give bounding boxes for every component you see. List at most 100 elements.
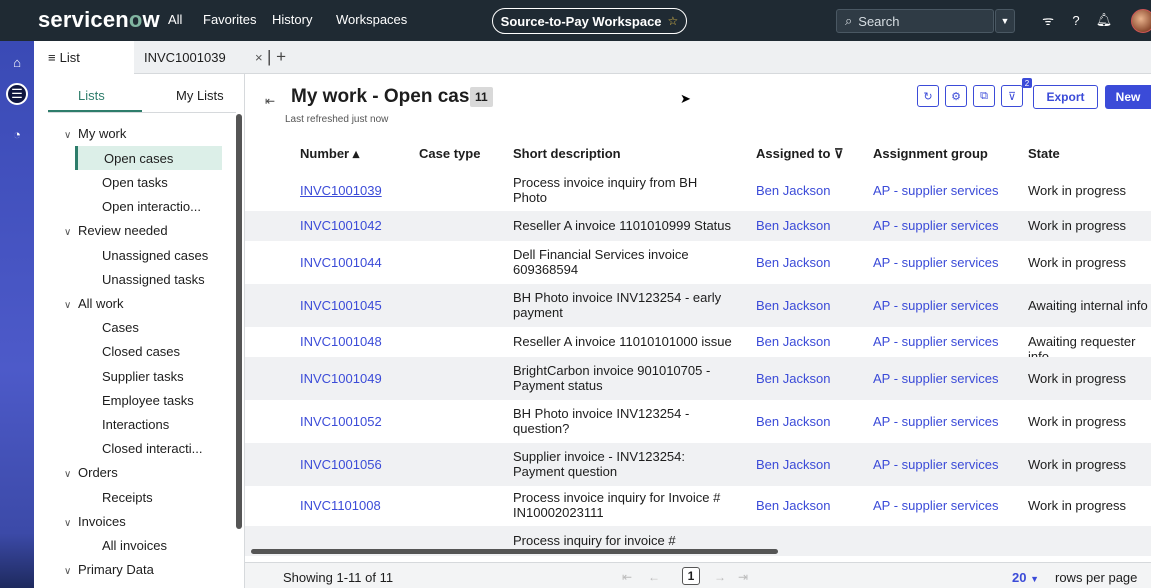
sidebar-item-unassigned-tasks[interactable]: Unassigned tasks <box>102 272 205 287</box>
add-tab-icon[interactable]: | + <box>267 47 286 67</box>
refresh-button[interactable]: ↻ <box>917 85 939 107</box>
assigned-to-link[interactable]: Ben Jackson <box>756 457 830 472</box>
column-header-state[interactable]: State <box>1028 146 1060 161</box>
column-header-number[interactable]: Number ▴ <box>300 146 359 162</box>
assigned-to-link[interactable]: Ben Jackson <box>756 255 830 270</box>
assignment-group-link[interactable]: AP - supplier services <box>873 255 998 270</box>
assignment-group-link[interactable]: AP - supplier services <box>873 334 998 349</box>
group-primary-data[interactable]: ∨ Primary Data <box>64 562 154 577</box>
table-row[interactable]: INVC1001042 Reseller A invoice 1101010999… <box>245 211 1151 241</box>
list-view-icon[interactable]: ☰ <box>6 83 28 105</box>
case-number-link[interactable]: INVC1001039 <box>300 183 382 198</box>
table-row[interactable]: INVC1001048 Reseller A invoice 1101010100… <box>245 327 1151 364</box>
nav-workspaces[interactable]: Workspaces <box>336 12 407 27</box>
next-page-icon[interactable]: → <box>714 570 726 584</box>
filter-button[interactable]: ⊽ <box>1001 85 1023 107</box>
workspace-pill[interactable]: Source-to-Pay Workspace ☆ <box>492 8 687 34</box>
assignment-group-link[interactable]: AP - supplier services <box>873 183 998 198</box>
current-page[interactable]: 1 <box>682 567 700 585</box>
table-row[interactable]: INVC1001052 BH Photo invoice INV123254 -q… <box>245 400 1151 443</box>
group-invoices[interactable]: ∨ Invoices <box>64 514 126 529</box>
table-row[interactable]: INVC1001039 Process invoice inquiry from … <box>245 171 1151 211</box>
assignment-group-link[interactable]: AP - supplier services <box>873 218 998 233</box>
case-number-link[interactable]: INVC1001042 <box>300 218 382 233</box>
case-number-link[interactable]: INVC1001052 <box>300 414 382 429</box>
case-number-link[interactable]: INVC1101008 <box>300 498 381 513</box>
group-orders[interactable]: ∨ Orders <box>64 465 118 480</box>
short-description: Process inquiry for invoice # <box>513 533 676 548</box>
sidebar-item-closed-interactions[interactable]: Closed interacti... <box>102 441 202 456</box>
column-header-assigned-to[interactable]: Assigned to ⊽ <box>756 146 844 162</box>
first-page-icon[interactable]: ⇤ <box>622 570 632 584</box>
sidebar-item-receipts[interactable]: Receipts <box>102 490 153 505</box>
assigned-to-link[interactable]: Ben Jackson <box>756 414 830 429</box>
table-row[interactable]: INVC1001056 Supplier invoice - INV123254:… <box>245 443 1151 486</box>
sidebar-item-open-tasks[interactable]: Open tasks <box>102 175 168 190</box>
sidebar-item-open-interactions[interactable]: Open interactio... <box>102 199 201 214</box>
sidebar-item-interactions[interactable]: Interactions <box>102 417 169 432</box>
close-tab-icon[interactable]: × <box>255 50 263 65</box>
nav-favorites[interactable]: Favorites <box>203 12 256 27</box>
export-button[interactable]: Export <box>1033 85 1098 109</box>
sidebar-item-all-invoices[interactable]: All invoices <box>102 538 167 553</box>
notifications-bell-icon[interactable]: 🔔︎ <box>1096 12 1113 28</box>
prev-page-icon[interactable]: ← <box>648 570 660 584</box>
case-number-link[interactable]: INVC1001056 <box>300 457 382 472</box>
assigned-to-link[interactable]: Ben Jackson <box>756 183 830 198</box>
group-review-needed[interactable]: ∨ Review needed <box>64 223 168 238</box>
horizontal-scrollbar[interactable] <box>251 549 778 554</box>
sidebar-item-employee-tasks[interactable]: Employee tasks <box>102 393 194 408</box>
column-header-case-type[interactable]: Case type <box>419 146 480 161</box>
nav-history[interactable]: History <box>272 12 312 27</box>
chevron-down-icon: ∨ <box>64 566 72 577</box>
case-number-link[interactable]: INVC1001045 <box>300 298 382 313</box>
assigned-to-link[interactable]: Ben Jackson <box>756 498 830 513</box>
table-row[interactable]: INVC1101008 Process invoice inquiry for I… <box>245 486 1151 526</box>
nav-all[interactable]: All <box>168 12 182 27</box>
servicenow-logo[interactable]: servicenow <box>38 7 160 33</box>
assignment-group-link[interactable]: AP - supplier services <box>873 414 998 429</box>
star-icon[interactable]: ☆ <box>668 14 679 28</box>
tab-my-lists[interactable]: My Lists <box>176 88 224 103</box>
collapse-sidebar-icon[interactable]: ⇤ <box>265 94 275 108</box>
group-all-work[interactable]: ∨ All work <box>64 296 124 311</box>
assigned-to-link[interactable]: Ben Jackson <box>756 218 830 233</box>
assigned-to-link[interactable]: Ben Jackson <box>756 298 830 313</box>
sidebar-item-supplier-tasks[interactable]: Supplier tasks <box>102 369 184 384</box>
search-scope-dropdown[interactable]: ▼ <box>995 9 1015 33</box>
new-button[interactable]: New <box>1105 85 1151 109</box>
column-header-assignment-group[interactable]: Assignment group <box>873 146 988 161</box>
case-number-link[interactable]: INVC1001044 <box>300 255 382 270</box>
assignment-group-link[interactable]: AP - supplier services <box>873 498 998 513</box>
sidebar-scrollbar[interactable] <box>236 114 242 529</box>
sidebar-item-open-cases[interactable]: Open cases <box>75 146 222 170</box>
tab-list[interactable]: ≡ List <box>34 41 134 74</box>
assignment-group-link[interactable]: AP - supplier services <box>873 298 998 313</box>
global-search-input[interactable]: ⌕ Search <box>836 9 994 33</box>
sidebar-item-unassigned-cases[interactable]: Unassigned cases <box>102 248 208 263</box>
last-page-icon[interactable]: ⇥ <box>738 570 748 584</box>
case-number-link[interactable]: INVC1001048 <box>300 334 382 349</box>
assigned-to-link[interactable]: Ben Jackson <box>756 334 830 349</box>
connect-chat-icon[interactable]: ᯤ <box>1040 12 1056 28</box>
tab-record[interactable]: INVC1001039 <box>144 41 226 74</box>
table-row[interactable]: INVC1001049 BrightCarbon invoice 90101070… <box>245 357 1151 400</box>
user-avatar[interactable] <box>1131 9 1151 33</box>
sidebar-item-closed-cases[interactable]: Closed cases <box>102 344 180 359</box>
assigned-to-link[interactable]: Ben Jackson <box>756 371 830 386</box>
open-in-new-button[interactable]: ⧉ <box>973 85 995 107</box>
column-header-short-description[interactable]: Short description <box>513 146 621 161</box>
rows-per-page-select[interactable]: 20 ▼ <box>1012 570 1039 585</box>
group-my-work[interactable]: ∨ My work <box>64 126 126 141</box>
tab-lists[interactable]: Lists <box>78 88 105 103</box>
table-row[interactable]: INVC1001045 BH Photo invoice INV123254 - … <box>245 284 1151 327</box>
dashboard-icon[interactable]: ◔ <box>6 123 28 145</box>
sidebar-item-cases[interactable]: Cases <box>102 320 139 335</box>
help-icon[interactable]: ? <box>1068 12 1084 28</box>
settings-button[interactable]: ⚙ <box>945 85 967 107</box>
assignment-group-link[interactable]: AP - supplier services <box>873 371 998 386</box>
table-row[interactable]: INVC1001044 Dell Financial Services invoi… <box>245 241 1151 284</box>
home-icon[interactable]: ⌂ <box>6 51 28 73</box>
assignment-group-link[interactable]: AP - supplier services <box>873 457 998 472</box>
case-number-link[interactable]: INVC1001049 <box>300 371 382 386</box>
